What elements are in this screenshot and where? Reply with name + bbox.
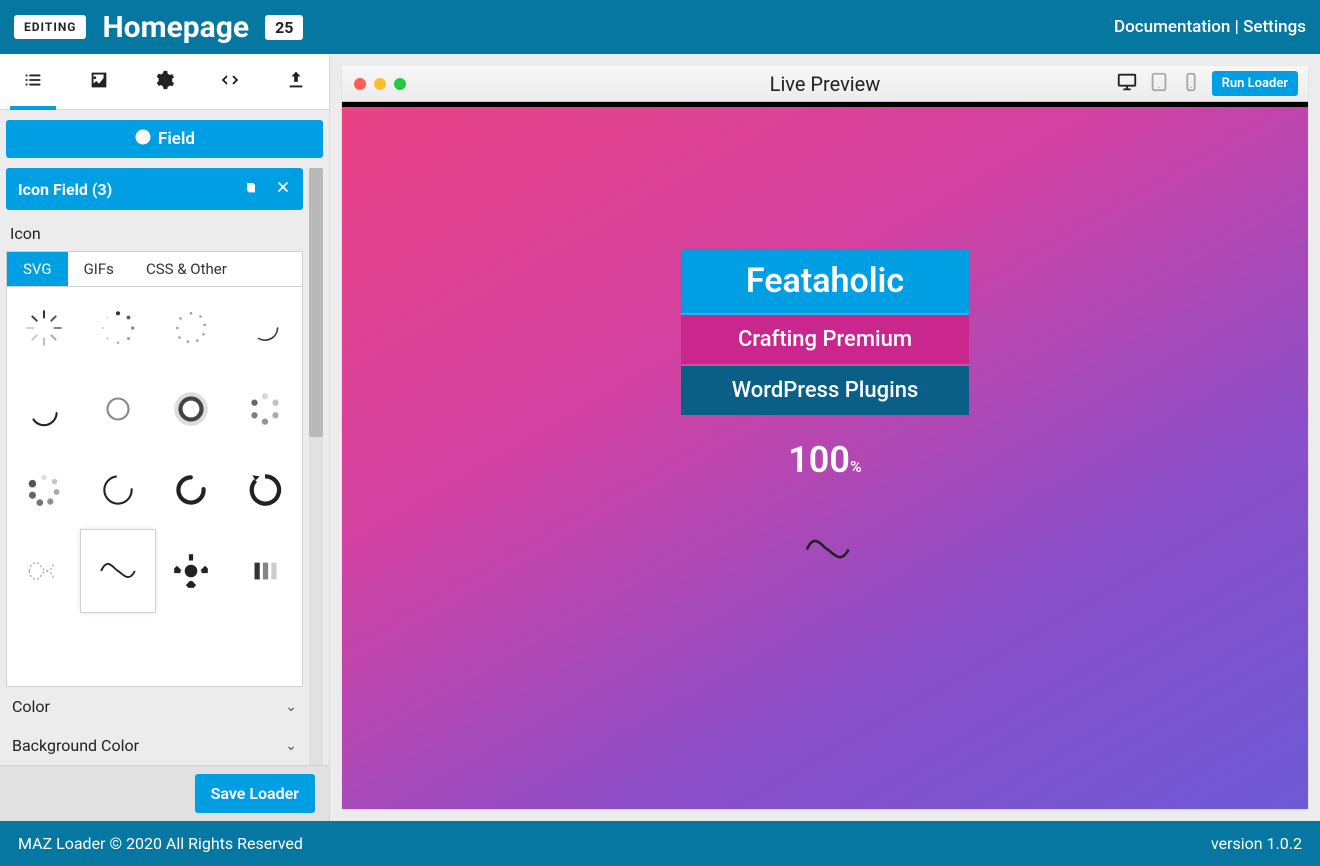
- toolbar-image[interactable]: [66, 54, 132, 109]
- plus-circle-icon: [134, 128, 152, 151]
- loader-option[interactable]: [7, 287, 81, 368]
- top-bar: EDITING Homepage 25 Documentation | Sett…: [0, 0, 1320, 54]
- toolbar-upload[interactable]: [263, 54, 329, 109]
- percent-suffix: %: [850, 457, 862, 476]
- bgcolor-label: Background Color: [12, 736, 139, 755]
- upload-icon: [285, 69, 307, 95]
- documentation-link[interactable]: Documentation: [1114, 17, 1230, 37]
- left-panel: Field Icon Field (3) Icon SVG GIFs: [0, 54, 330, 821]
- loader-option[interactable]: [81, 368, 155, 449]
- preview-line2: Crafting Premium: [681, 315, 969, 366]
- mobile-icon[interactable]: [1180, 71, 1202, 97]
- close-icon[interactable]: [275, 179, 291, 199]
- list-icon: [22, 69, 44, 95]
- traffic-close-icon: [354, 78, 366, 90]
- bgcolor-section[interactable]: Background Color ⌄: [6, 726, 303, 765]
- percent-value: 100: [788, 439, 850, 481]
- preview-line3: WordPress Plugins: [681, 366, 969, 415]
- loader-option[interactable]: [228, 287, 302, 368]
- preview-controls: Run Loader: [1116, 71, 1298, 97]
- settings-link[interactable]: Settings: [1243, 17, 1306, 37]
- toolbar-settings[interactable]: [132, 54, 198, 109]
- chevron-down-icon: ⌄: [285, 699, 297, 715]
- preview-header: Live Preview Run Loader: [342, 66, 1308, 102]
- toolbar: [0, 54, 329, 110]
- left-content: Field Icon Field (3) Icon SVG GIFs: [0, 110, 329, 765]
- duplicate-icon[interactable]: [243, 179, 259, 199]
- preview-frame: Live Preview Run Loader Feataholic Craft…: [342, 66, 1308, 809]
- color-label: Color: [12, 697, 50, 716]
- preview-content: Feataholic Crafting Premium WordPress Pl…: [681, 249, 969, 577]
- loader-option[interactable]: [81, 287, 155, 368]
- footer-copyright: MAZ Loader © 2020 All Rights Reserved: [18, 834, 303, 853]
- run-loader-button[interactable]: Run Loader: [1212, 71, 1298, 96]
- loader-option[interactable]: [7, 449, 81, 530]
- loader-option[interactable]: [228, 530, 302, 611]
- tab-svg[interactable]: SVG: [7, 252, 68, 286]
- save-bar: Save Loader: [0, 765, 329, 821]
- icon-field-title: Icon Field (3): [18, 180, 112, 199]
- chevron-down-icon: ⌄: [285, 738, 297, 754]
- sidebar-scrollbar[interactable]: [309, 168, 323, 765]
- loader-option[interactable]: [81, 449, 155, 530]
- count-badge: 25: [265, 15, 303, 40]
- add-field-label: Field: [158, 129, 195, 149]
- tablet-icon[interactable]: [1148, 71, 1170, 97]
- loader-option[interactable]: [155, 530, 229, 611]
- footer: MAZ Loader © 2020 All Rights Reserved ve…: [0, 821, 1320, 866]
- loader-option-selected[interactable]: [81, 530, 155, 611]
- traffic-min-icon: [374, 78, 386, 90]
- editing-badge: EDITING: [14, 15, 86, 39]
- loader-option[interactable]: [228, 368, 302, 449]
- loader-option[interactable]: [7, 530, 81, 611]
- window-traffic-lights: [354, 78, 406, 90]
- tab-gifs[interactable]: GIFs: [68, 252, 130, 286]
- loader-option[interactable]: [155, 287, 229, 368]
- icon-grid[interactable]: [6, 286, 303, 687]
- loader-option[interactable]: [155, 449, 229, 530]
- icon-section-label: Icon: [6, 220, 303, 251]
- gear-icon: [153, 69, 175, 95]
- preview-loader-icon: [681, 521, 969, 577]
- image-icon: [88, 69, 110, 95]
- page-title: Homepage: [102, 10, 249, 45]
- preview-brand: Feataholic: [681, 249, 969, 315]
- loader-option[interactable]: [228, 449, 302, 530]
- desktop-icon[interactable]: [1116, 71, 1138, 97]
- traffic-max-icon: [394, 78, 406, 90]
- loader-option[interactable]: [7, 368, 81, 449]
- save-loader-button[interactable]: Save Loader: [195, 774, 315, 813]
- card-actions: [243, 179, 291, 199]
- top-links: Documentation | Settings: [1114, 17, 1306, 37]
- loader-option[interactable]: [155, 368, 229, 449]
- preview-area: Live Preview Run Loader Feataholic Craft…: [330, 54, 1320, 821]
- preview-percent: 100%: [681, 439, 969, 481]
- color-section[interactable]: Color ⌄: [6, 687, 303, 726]
- toolbar-code[interactable]: [197, 54, 263, 109]
- add-field-button[interactable]: Field: [6, 120, 323, 158]
- divider: |: [1230, 17, 1243, 37]
- preview-canvas: Feataholic Crafting Premium WordPress Pl…: [342, 102, 1308, 809]
- toolbar-list[interactable]: [0, 54, 66, 109]
- footer-version: version 1.0.2: [1211, 834, 1302, 853]
- code-icon: [219, 69, 241, 95]
- icon-tabs: SVG GIFs CSS & Other: [6, 251, 303, 286]
- tab-css[interactable]: CSS & Other: [130, 252, 243, 286]
- icon-field-card[interactable]: Icon Field (3): [6, 168, 303, 210]
- scrollbar-thumb[interactable]: [309, 168, 323, 437]
